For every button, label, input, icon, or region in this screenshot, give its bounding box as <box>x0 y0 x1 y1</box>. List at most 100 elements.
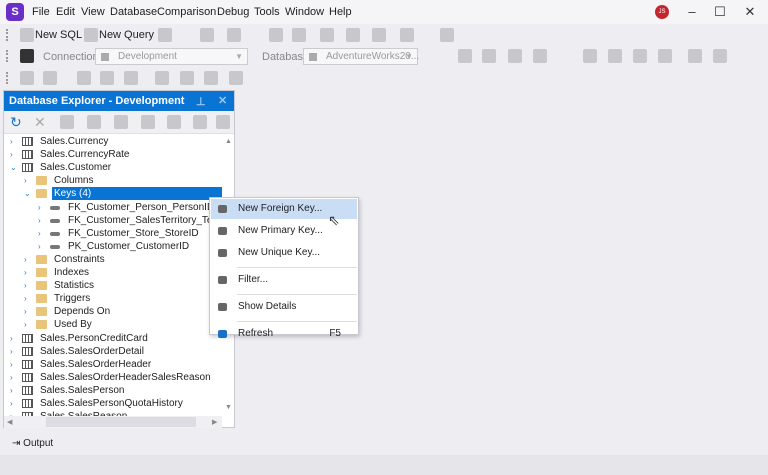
tree-item[interactable]: › Constraints <box>4 253 222 266</box>
scroll-up-icon[interactable]: ▲ <box>225 138 232 145</box>
toolbar-action-icon[interactable] <box>124 71 138 85</box>
toolbar-action-icon[interactable] <box>633 49 647 63</box>
toolbar-action-icon[interactable] <box>200 28 214 42</box>
chevron-down-icon[interactable]: ⌄ <box>10 161 18 174</box>
menu-tools[interactable]: Tools <box>254 6 280 18</box>
toolbar-action-icon[interactable] <box>43 71 57 85</box>
new-sql-button[interactable]: New SQL <box>35 29 82 41</box>
toolbar-action-icon[interactable] <box>583 49 597 63</box>
database-select[interactable]: AdventureWorks20... ▼ <box>303 48 419 65</box>
chevron-right-icon[interactable]: › <box>38 227 46 240</box>
chevron-right-icon[interactable]: › <box>24 174 32 187</box>
chevron-right-icon[interactable]: › <box>10 135 18 148</box>
minimize-button[interactable]: – <box>682 3 702 21</box>
toolbar-grip[interactable] <box>6 50 8 62</box>
toolbar-action-icon[interactable] <box>204 71 218 85</box>
toolbar-action-icon[interactable] <box>688 49 702 63</box>
tree-item[interactable]: › FK_Customer_Person_PersonID <box>4 201 222 214</box>
toolbar-action-icon[interactable] <box>269 28 283 42</box>
menu-debug[interactable]: Debug <box>217 6 249 18</box>
tree-item[interactable]: › PK_Customer_CustomerID <box>4 240 222 253</box>
menu-comparison[interactable]: Comparison <box>157 6 216 18</box>
menu-help[interactable]: Help <box>329 6 352 18</box>
toolbar-action-icon[interactable] <box>292 28 306 42</box>
toolbar-action-icon[interactable] <box>320 28 334 42</box>
tree-item[interactable]: › Sales.SalesPersonQuotaHistory <box>4 397 222 410</box>
tree-item[interactable]: › FK_Customer_SalesTerritory_TerritoryID <box>4 214 222 227</box>
chevron-right-icon[interactable]: › <box>10 332 18 345</box>
tree-item[interactable]: ⌄ Keys (4) <box>4 187 222 201</box>
context-menu-item[interactable]: New Unique Key... <box>211 243 357 263</box>
context-menu-item[interactable]: Refresh F5 <box>211 324 357 344</box>
chevron-right-icon[interactable]: › <box>24 305 32 318</box>
toolbar-action-icon[interactable] <box>346 28 360 42</box>
chevron-right-icon[interactable]: › <box>24 279 32 292</box>
toolbar-action-icon[interactable] <box>458 49 472 63</box>
tree-item[interactable]: › Indexes <box>4 266 222 279</box>
toolbar-action-icon[interactable] <box>713 49 727 63</box>
toolbar-grip[interactable] <box>6 72 8 84</box>
explorer-action-icon[interactable] <box>167 115 181 129</box>
explorer-action-icon[interactable] <box>87 115 101 129</box>
context-menu-item[interactable]: Show Details <box>211 297 357 317</box>
chevron-right-icon[interactable]: › <box>10 371 18 384</box>
tree-item[interactable]: › Triggers <box>4 292 222 305</box>
chevron-right-icon[interactable]: › <box>24 318 32 331</box>
tree-item[interactable]: › Sales.SalesPerson <box>4 384 222 397</box>
output-tab[interactable]: ⇥ Output <box>12 438 53 449</box>
toolbar-action-icon[interactable] <box>77 71 91 85</box>
menu-database[interactable]: Database <box>110 6 157 18</box>
explorer-action-icon[interactable] <box>193 115 207 129</box>
explorer-action-icon[interactable] <box>114 115 128 129</box>
menu-view[interactable]: View <box>81 6 105 18</box>
toolbar-action-icon[interactable] <box>482 49 496 63</box>
explorer-action-icon[interactable] <box>141 115 155 129</box>
toolbar-action-icon[interactable] <box>533 49 547 63</box>
toolbar-action-icon[interactable] <box>229 71 243 85</box>
toolbar-action-icon[interactable] <box>158 28 172 42</box>
chevron-right-icon[interactable]: › <box>10 384 18 397</box>
new-query-button[interactable]: New Query <box>99 29 154 41</box>
tree-item[interactable]: › Sales.SalesOrderHeader <box>4 358 222 371</box>
tree-item[interactable]: › Sales.SalesOrderDetail <box>4 345 222 358</box>
scroll-right-icon[interactable]: ▶ <box>212 418 217 426</box>
chevron-right-icon[interactable]: › <box>24 253 32 266</box>
delete-icon[interactable]: ✕ <box>34 114 46 131</box>
tree-item[interactable]: › Sales.PersonCreditCard <box>4 332 222 345</box>
menu-edit[interactable]: Edit <box>56 6 75 18</box>
refresh-icon[interactable]: ↻ <box>10 114 22 131</box>
tree-item[interactable]: › Depends On <box>4 305 222 318</box>
toolbar-action-icon[interactable] <box>440 28 454 42</box>
toolbar-action-icon[interactable] <box>100 71 114 85</box>
pin-icon[interactable]: ⊥ <box>196 95 206 108</box>
toolbar-action-icon[interactable] <box>608 49 622 63</box>
tree-item[interactable]: › Used By <box>4 318 222 331</box>
chevron-right-icon[interactable]: › <box>10 397 18 410</box>
tree-item[interactable]: ⌄ Sales.Customer <box>4 161 222 174</box>
toolbar-action-icon[interactable] <box>658 49 672 63</box>
chevron-right-icon[interactable]: › <box>24 266 32 279</box>
chevron-right-icon[interactable]: › <box>38 240 46 253</box>
toolbar-action-icon[interactable] <box>227 28 241 42</box>
chevron-down-icon[interactable]: ⌄ <box>24 187 32 200</box>
tree-item[interactable]: › Columns <box>4 174 222 187</box>
connection-select[interactable]: Development ▼ <box>95 48 248 65</box>
menu-window[interactable]: Window <box>285 6 324 18</box>
toolbar-action-icon[interactable] <box>372 28 386 42</box>
toolbar-action-icon[interactable] <box>20 71 34 85</box>
tree-item[interactable]: › Sales.Currency <box>4 135 222 148</box>
scroll-down-icon[interactable]: ▼ <box>225 404 232 411</box>
chevron-right-icon[interactable]: › <box>24 292 32 305</box>
chevron-right-icon[interactable]: › <box>10 358 18 371</box>
scroll-thumb[interactable] <box>46 417 196 427</box>
chevron-right-icon[interactable]: › <box>10 148 18 161</box>
close-panel-icon[interactable]: ✕ <box>218 94 227 107</box>
connect-icon[interactable] <box>20 49 34 63</box>
chevron-right-icon[interactable]: › <box>10 345 18 358</box>
toolbar-action-icon[interactable] <box>508 49 522 63</box>
tree-item[interactable]: › Statistics <box>4 279 222 292</box>
tree-item[interactable]: › FK_Customer_Store_StoreID <box>4 227 222 240</box>
context-menu-item[interactable]: Filter... <box>211 270 357 290</box>
chevron-right-icon[interactable]: › <box>38 201 46 214</box>
explorer-action-icon[interactable] <box>60 115 74 129</box>
